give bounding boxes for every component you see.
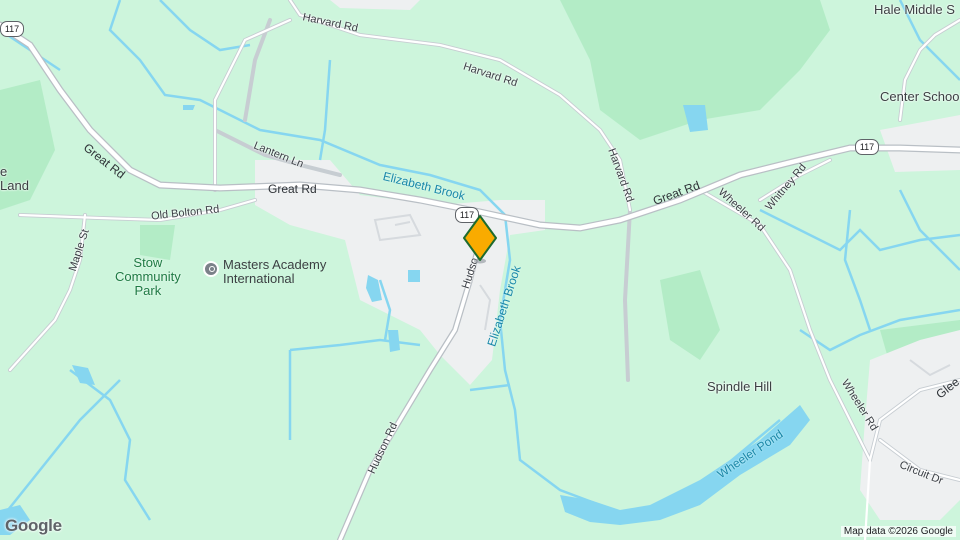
google-logo[interactable]: Google <box>5 516 62 536</box>
poi-masters-academy-label: Masters Academy International <box>223 257 327 286</box>
route-117-shield-west: 117 <box>0 21 24 37</box>
location-marker[interactable] <box>462 214 498 264</box>
route-117-shield-east: 117 <box>855 139 879 155</box>
label-center-school[interactable]: Center Schoo <box>880 90 960 103</box>
map-attribution[interactable]: Map data ©2026 Google <box>840 526 956 537</box>
label-stow-community-park[interactable]: Stow Community Park <box>115 256 181 298</box>
label-hale-middle[interactable]: Hale Middle S <box>874 3 955 16</box>
school-icon <box>203 261 219 277</box>
label-land-partial: e Land <box>0 164 29 193</box>
label-great-rd-center: Great Rd <box>268 182 317 196</box>
map-view[interactable]: Harvard Rd Harvard Rd Harvard Rd Great R… <box>0 0 960 540</box>
label-spindle-hill: Spindle Hill <box>707 379 773 394</box>
poi-masters-academy[interactable]: Masters Academy International <box>203 258 326 286</box>
